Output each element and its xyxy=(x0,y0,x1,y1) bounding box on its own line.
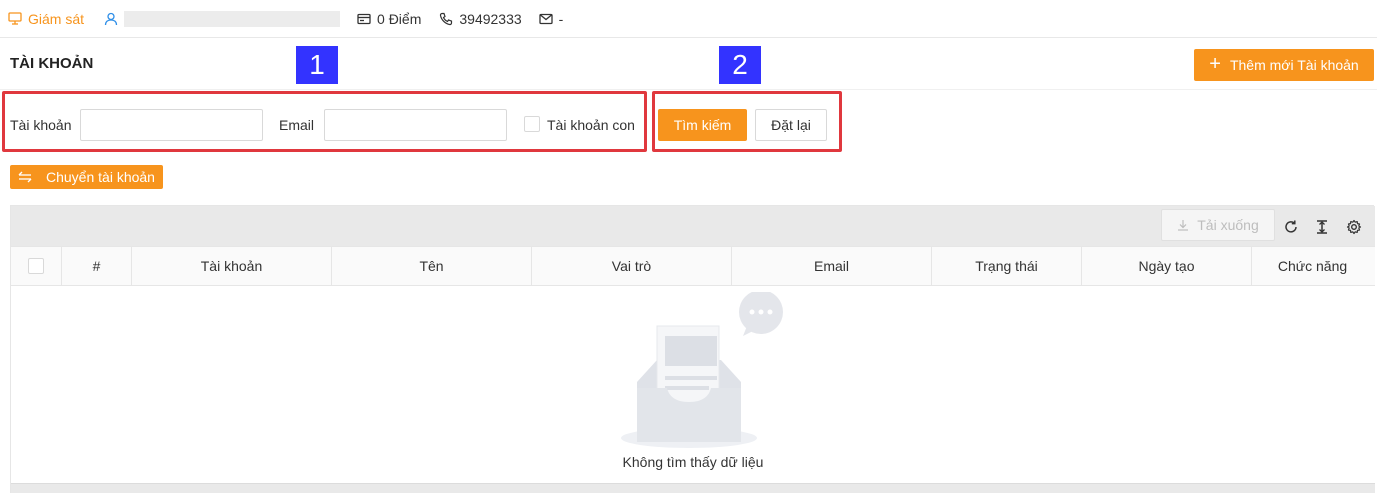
download-button[interactable]: Tải xuống xyxy=(1161,209,1275,241)
highlight-box-search-actions xyxy=(652,91,842,152)
column-header-actions: Chức năng xyxy=(1277,258,1348,274)
table-toolbar: Tải xuống xyxy=(11,206,1375,246)
download-label: Tải xuống xyxy=(1197,217,1259,233)
add-account-button[interactable]: + Thêm mới Tài khoản xyxy=(1194,49,1374,81)
page: Giám sát 0 Điểm 39492333 - TÀI KHOẢN + T… xyxy=(0,0,1377,493)
phone-label: 39492333 xyxy=(459,10,522,27)
mail-label: - xyxy=(558,10,564,27)
column-header-index: # xyxy=(62,247,132,285)
refresh-icon[interactable] xyxy=(1282,218,1300,236)
user-icon xyxy=(104,12,118,25)
empty-state-text: Không tìm thấy dữ liệu xyxy=(622,454,764,470)
table-header: # Tài khoản Tên Vai trò Email Trạng thái… xyxy=(11,246,1375,286)
mail-info: - xyxy=(539,10,564,27)
table-body: Không tìm thấy dữ liệu xyxy=(11,286,1375,483)
user-name-redacted xyxy=(124,10,341,27)
header-divider xyxy=(0,89,1377,90)
highlight-box-search-fields xyxy=(2,91,647,152)
empty-inbox-icon xyxy=(621,290,785,455)
column-header-account[interactable]: Tài khoản xyxy=(132,247,332,285)
download-icon xyxy=(1178,220,1189,231)
points-label: 0 Điểm xyxy=(377,10,422,27)
monitor-link[interactable]: Giám sát xyxy=(8,11,84,27)
wallet-icon xyxy=(357,13,371,24)
switch-account-label: Chuyển tài khoản xyxy=(46,169,155,185)
phone-icon xyxy=(440,12,453,25)
column-header-status[interactable]: Trạng thái xyxy=(932,247,1082,285)
select-all-checkbox[interactable] xyxy=(28,258,44,274)
column-height-icon[interactable] xyxy=(1313,218,1331,236)
column-header-role[interactable]: Vai trò xyxy=(532,247,732,285)
user-info[interactable] xyxy=(104,10,341,27)
top-bar: Giám sát 0 Điểm 39492333 - xyxy=(0,0,1377,38)
settings-gear-icon[interactable] xyxy=(1345,218,1363,236)
header-select-all[interactable] xyxy=(11,247,62,285)
callout-1: 1 xyxy=(296,46,338,84)
table-scrollbar[interactable] xyxy=(11,483,1375,493)
mail-icon xyxy=(539,13,553,24)
swap-icon xyxy=(18,171,32,183)
page-title: TÀI KHOẢN xyxy=(10,55,94,72)
monitor-icon xyxy=(8,12,22,25)
column-header-email[interactable]: Email xyxy=(732,247,932,285)
plus-icon: + xyxy=(1209,53,1221,75)
phone-info: 39492333 xyxy=(439,10,522,27)
column-header-created-date[interactable]: Ngày tạo xyxy=(1082,247,1252,285)
add-account-label: Thêm mới Tài khoản xyxy=(1229,57,1359,73)
switch-account-button[interactable]: Chuyển tài khoản xyxy=(10,165,163,189)
accounts-table: Tải xuống # Tài khoản Tên Vai trò Email … xyxy=(10,205,1375,493)
column-header-name[interactable]: Tên xyxy=(332,247,532,285)
monitor-label: Giám sát xyxy=(28,10,85,27)
points-info: 0 Điểm xyxy=(357,11,421,27)
callout-2: 2 xyxy=(719,46,761,84)
